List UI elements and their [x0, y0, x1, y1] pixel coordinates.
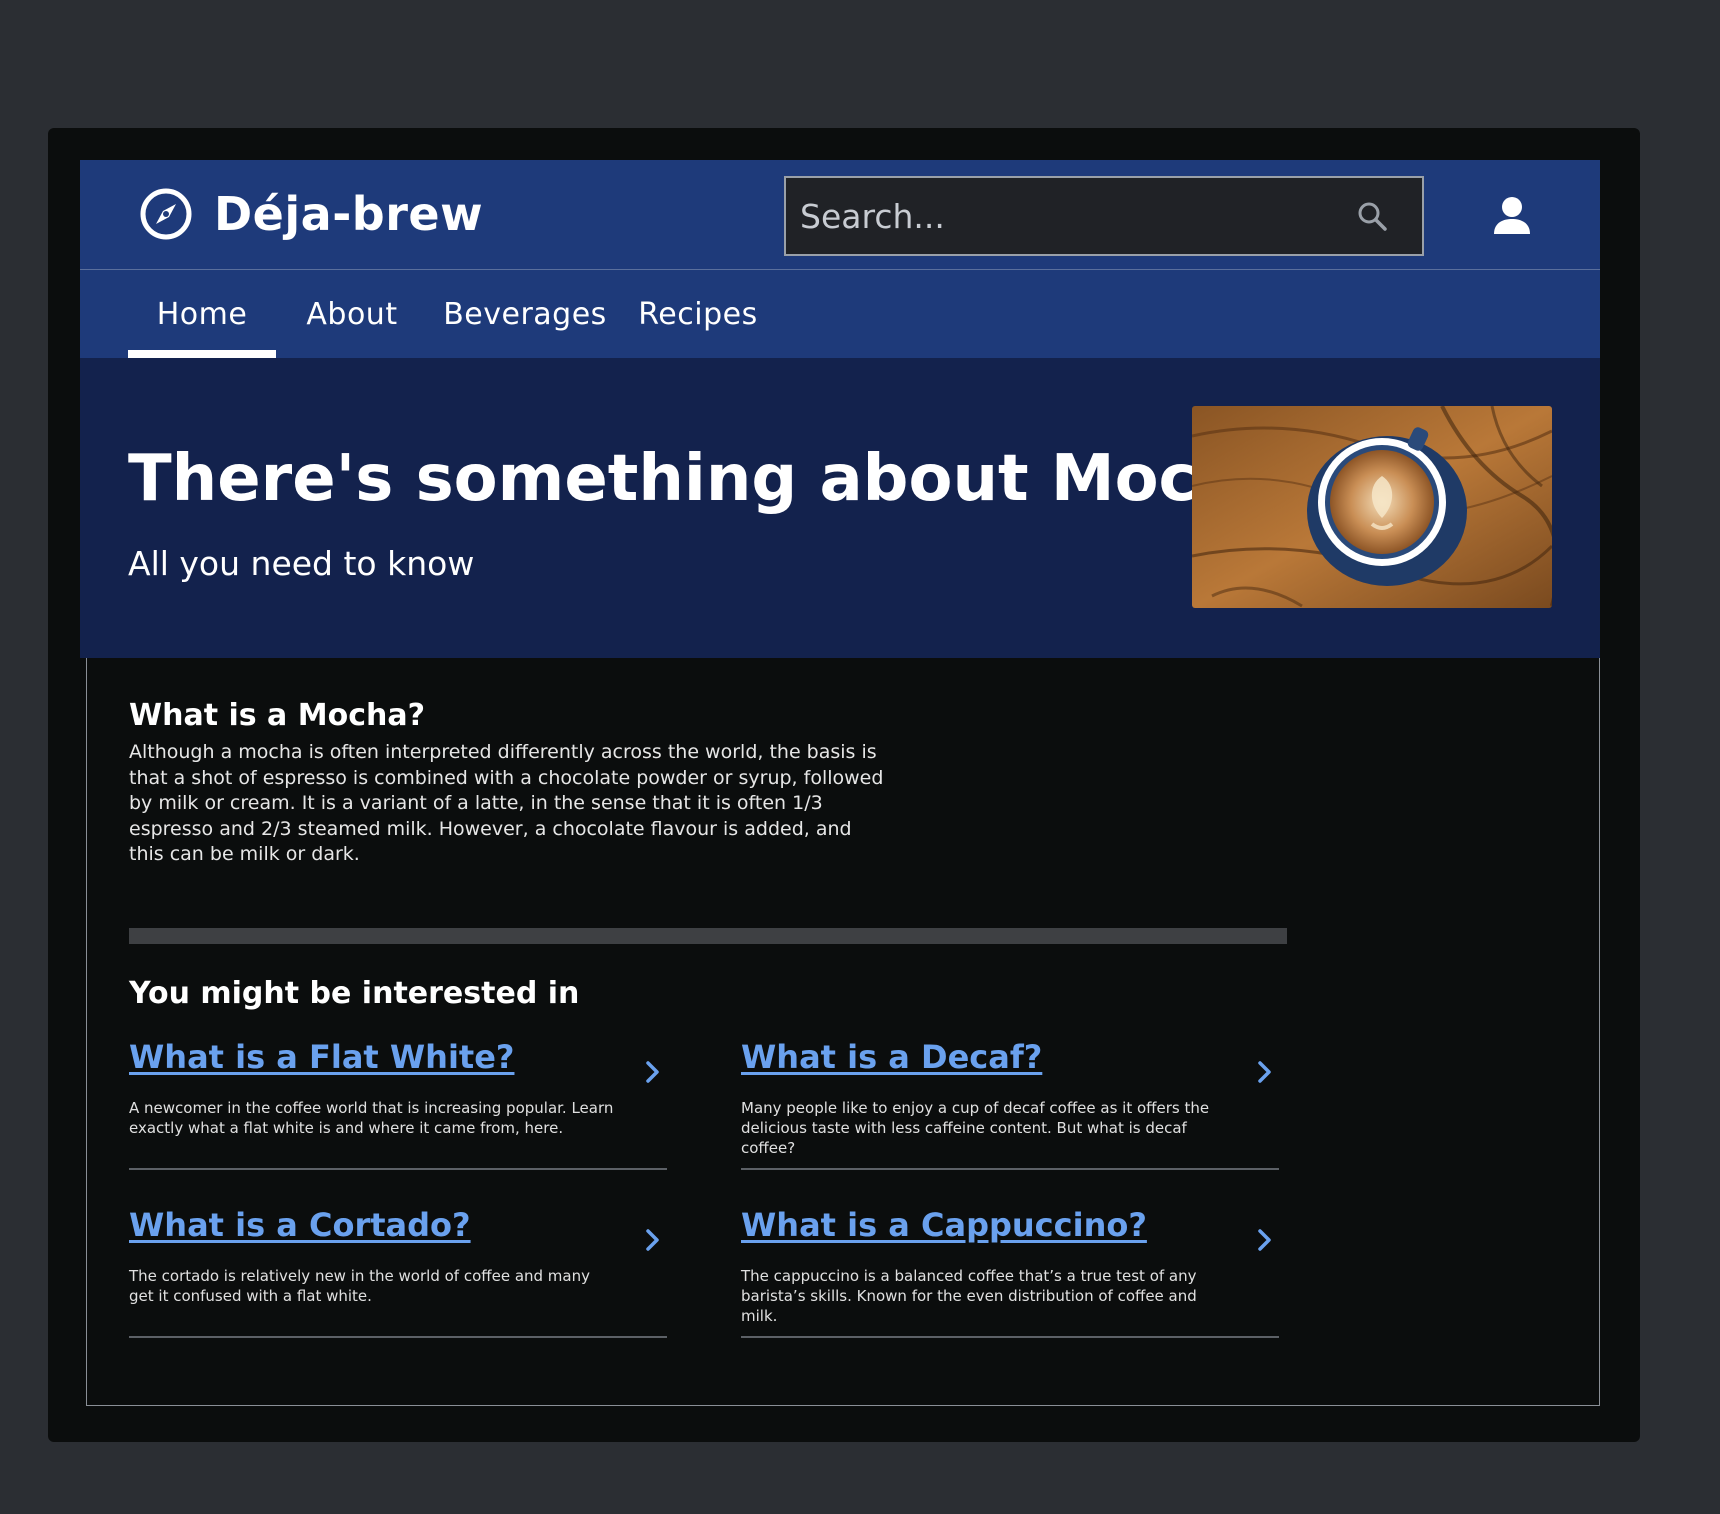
card-description: The cappuccino is a balanced coffee that… [741, 1267, 1197, 1325]
chevron-right-icon[interactable] [1251, 1058, 1279, 1086]
article-heading: What is a Mocha? [129, 698, 426, 733]
search-bar [784, 176, 1424, 256]
chevron-right-icon[interactable] [639, 1226, 667, 1254]
tab-recipes[interactable]: Recipes [636, 270, 760, 358]
web-page: Déja-brew Home About Beverages [80, 160, 1600, 1406]
tab-about[interactable]: About [302, 270, 402, 358]
search-icon[interactable] [1340, 184, 1404, 248]
tab-beverages[interactable]: Beverages [443, 270, 606, 358]
hero-banner: There's something about Mocha All you ne… [80, 358, 1600, 658]
hero-subtitle: All you need to know [128, 544, 475, 583]
card-title-link[interactable]: What is a Decaf? [741, 1038, 1042, 1076]
main-nav: Home About Beverages Recipes [80, 270, 1600, 358]
chevron-right-icon[interactable] [1251, 1226, 1279, 1254]
user-icon[interactable] [1488, 192, 1536, 240]
related-card: What is a Cortado? The cortado is relati… [129, 1206, 667, 1338]
card-description: A newcomer in the coffee world that is i… [129, 1099, 614, 1137]
app-window: Déja-brew Home About Beverages [48, 128, 1640, 1442]
related-card: What is a Decaf? Many people like to enj… [741, 1038, 1279, 1170]
related-card: What is a Cappuccino? The cappuccino is … [741, 1206, 1279, 1338]
hero-title: There's something about Mocha [128, 442, 1286, 516]
main-content: What is a Mocha? Although a mocha is oft… [86, 658, 1600, 1406]
card-title-link[interactable]: What is a Cortado? [129, 1206, 471, 1244]
header: Déja-brew [80, 160, 1600, 270]
chevron-right-icon[interactable] [639, 1058, 667, 1086]
card-title-link[interactable]: What is a Cappuccino? [741, 1206, 1147, 1244]
compass-icon [140, 188, 192, 240]
card-description: The cortado is relatively new in the wor… [129, 1267, 590, 1305]
card-description: Many people like to enjoy a cup of decaf… [741, 1099, 1210, 1157]
brand[interactable]: Déja-brew [138, 186, 483, 242]
section-divider [129, 928, 1287, 944]
brand-name: Déja-brew [214, 187, 484, 241]
tab-home[interactable]: Home [128, 270, 276, 358]
coffee-cup-image [1192, 406, 1552, 608]
related-heading: You might be interested in [129, 976, 580, 1011]
card-title-link[interactable]: What is a Flat White? [129, 1038, 514, 1076]
search-input[interactable] [786, 177, 1340, 255]
article-body: Although a mocha is often interpreted di… [129, 741, 884, 865]
related-card: What is a Flat White? A newcomer in the … [129, 1038, 667, 1170]
